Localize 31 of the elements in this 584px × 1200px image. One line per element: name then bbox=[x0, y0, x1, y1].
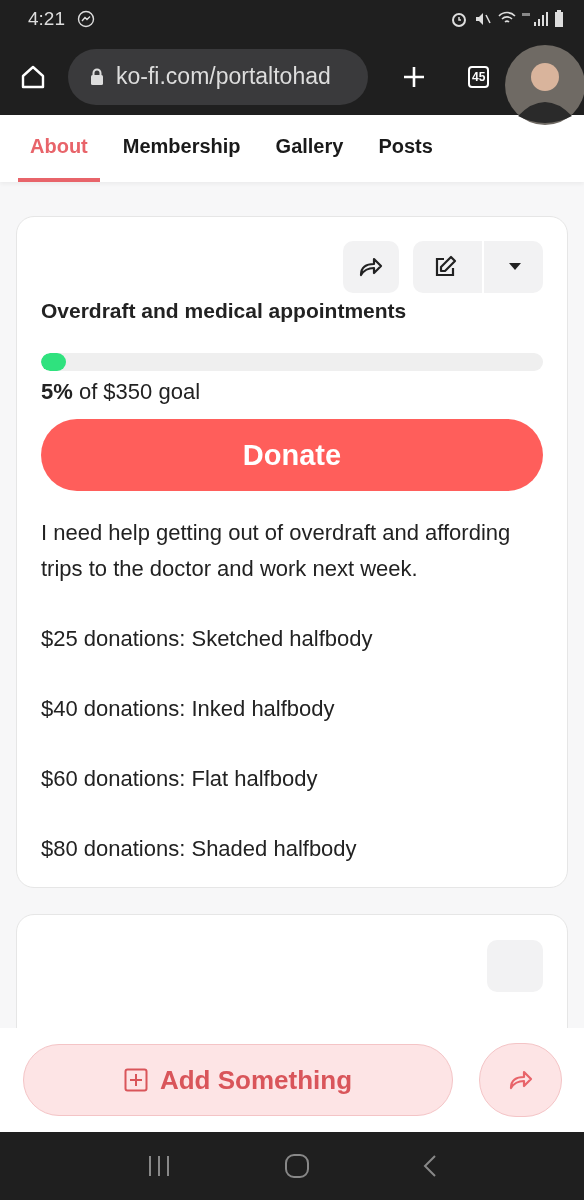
clock-time: 4:21 bbox=[28, 8, 65, 30]
tab[interactable]: Gallery bbox=[263, 115, 356, 182]
messenger-icon bbox=[77, 10, 95, 28]
tab[interactable]: Membership bbox=[110, 115, 253, 182]
add-icon bbox=[123, 1068, 148, 1092]
home-button-icon[interactable] bbox=[284, 1153, 310, 1179]
goal-title: Overdraft and medical appointments bbox=[41, 299, 408, 323]
edit-icon bbox=[433, 255, 457, 279]
address-field[interactable]: ko-fi.com/portaltohad bbox=[68, 48, 368, 105]
tab-count-button[interactable]: 45 bbox=[468, 65, 490, 88]
share-button[interactable] bbox=[343, 241, 399, 293]
share-icon bbox=[358, 256, 384, 278]
battery-icon bbox=[554, 10, 564, 28]
avatar[interactable] bbox=[504, 44, 584, 126]
goal-progress-text: 5% of $350 goal bbox=[41, 379, 202, 405]
share-icon bbox=[507, 1069, 534, 1091]
recent-apps-icon[interactable] bbox=[146, 1155, 171, 1177]
lock-icon bbox=[90, 67, 104, 86]
edit-menu-button[interactable] bbox=[413, 241, 543, 293]
description-text: $25 donations: Sketched halfbody bbox=[41, 625, 374, 653]
description-text: $40 donations: Inked halfbody bbox=[41, 695, 336, 723]
caret-icon bbox=[509, 263, 521, 271]
description-text: $60 donations: Flat halfbody bbox=[41, 765, 319, 793]
description-text: $80 donations: Shaded halfbody bbox=[41, 835, 358, 863]
tab[interactable]: Posts bbox=[366, 115, 445, 182]
description-text: I need help getting out of overdraft and affording trips to the doctor and work next week. bbox=[41, 519, 512, 583]
back-icon[interactable] bbox=[423, 1154, 438, 1178]
plus-icon[interactable] bbox=[402, 64, 426, 89]
home-icon[interactable] bbox=[20, 63, 46, 90]
alarm-icon bbox=[450, 10, 468, 28]
signal-icon bbox=[522, 11, 548, 27]
